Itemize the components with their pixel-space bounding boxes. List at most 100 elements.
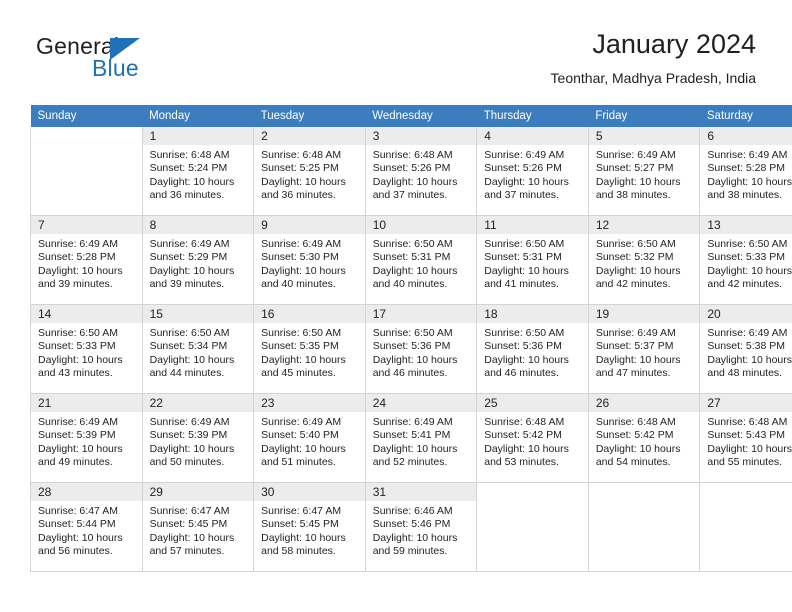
day-cell[interactable]: 31 Sunrise: 6:46 AM Sunset: 5:46 PM Dayligh…: [364, 482, 478, 572]
day-details: [589, 501, 700, 505]
day-detail-line: Sunset: 5:36 PM: [484, 340, 562, 353]
day-cell[interactable]: 14 Sunrise: 6:50 AM Sunset: 5:33 PM Dayligh…: [30, 304, 143, 394]
day-detail-line: Sunrise: 6:49 AM: [707, 327, 788, 339]
day-number: [588, 483, 700, 501]
day-detail-line: Daylight: 10 hours: [38, 264, 123, 277]
day-detail-line: Sunset: 5:40 PM: [261, 429, 339, 442]
day-cell[interactable]: 27 Sunrise: 6:48 AM Sunset: 5:43 PM Dayligh…: [699, 393, 792, 483]
day-cell[interactable]: 26 Sunrise: 6:48 AM Sunset: 5:42 PM Dayligh…: [587, 393, 701, 483]
day-number: 17: [365, 305, 477, 323]
day-detail-line: Sunset: 5:39 PM: [149, 429, 228, 442]
day-cell[interactable]: 17 Sunrise: 6:50 AM Sunset: 5:36 PM Dayligh…: [364, 304, 478, 394]
day-number: 5: [588, 127, 700, 145]
day-detail-line: Sunrise: 6:49 AM: [595, 149, 676, 161]
day-detail-line: and 45 minutes.: [261, 367, 336, 380]
day-detail-line: and 46 minutes.: [484, 367, 559, 380]
day-details: Sunrise: 6:48 AM Sunset: 5:25 PM Daylight:…: [254, 145, 365, 203]
day-detail-line: and 58 minutes.: [261, 545, 336, 558]
day-detail-line: Sunset: 5:26 PM: [484, 162, 562, 175]
day-detail-line: and 53 minutes.: [484, 456, 559, 469]
day-cell[interactable]: 19 Sunrise: 6:49 AM Sunset: 5:37 PM Dayligh…: [587, 304, 701, 394]
day-number: 6: [700, 127, 792, 145]
day-cell[interactable]: 20 Sunrise: 6:49 AM Sunset: 5:38 PM Dayligh…: [699, 304, 792, 394]
day-detail-line: Sunset: 5:42 PM: [484, 429, 562, 442]
day-cell[interactable]: 9 Sunrise: 6:49 AM Sunset: 5:30 PM Daylight…: [253, 215, 366, 305]
day-cell[interactable]: 10 Sunrise: 6:50 AM Sunset: 5:31 PM Dayligh…: [364, 215, 478, 305]
day-cell[interactable]: 11 Sunrise: 6:50 AM Sunset: 5:31 PM Dayligh…: [476, 215, 589, 305]
day-number: 16: [254, 305, 365, 323]
day-cell[interactable]: 4 Sunrise: 6:49 AM Sunset: 5:26 PM Daylight…: [476, 127, 589, 216]
day-number: [700, 483, 792, 501]
day-detail-line: Sunrise: 6:48 AM: [707, 416, 788, 428]
day-detail-line: and 44 minutes.: [149, 367, 225, 380]
calendar-week-row: 21 Sunrise: 6:49 AM Sunset: 5:39 PM Dayligh…: [30, 393, 792, 483]
day-detail-line: Sunset: 5:26 PM: [372, 162, 451, 175]
day-number: [477, 483, 588, 501]
day-details: Sunrise: 6:48 AM Sunset: 5:43 PM Daylight:…: [700, 412, 792, 470]
day-cell[interactable]: 18 Sunrise: 6:50 AM Sunset: 5:36 PM Dayligh…: [476, 304, 589, 394]
day-cell[interactable]: 7 Sunrise: 6:49 AM Sunset: 5:28 PM Daylight…: [30, 215, 143, 305]
day-detail-line: Sunrise: 6:49 AM: [372, 416, 453, 428]
calendar-week-row: 1 Sunrise: 6:48 AM Sunset: 5:24 PM Daylight…: [30, 127, 792, 216]
day-cell[interactable]: 13 Sunrise: 6:50 AM Sunset: 5:33 PM Dayligh…: [699, 215, 792, 305]
general-blue-logo[interactable]: General Blue: [36, 33, 236, 89]
day-detail-line: Sunrise: 6:50 AM: [38, 327, 118, 339]
day-detail-line: Sunrise: 6:49 AM: [261, 238, 342, 250]
day-number: 2: [254, 127, 365, 145]
day-detail-line: Sunrise: 6:48 AM: [372, 149, 453, 161]
day-details: Sunrise: 6:49 AM Sunset: 5:27 PM Daylight:…: [589, 145, 700, 203]
day-cell[interactable]: 8 Sunrise: 6:49 AM Sunset: 5:29 PM Daylight…: [141, 215, 255, 305]
day-detail-line: Sunrise: 6:50 AM: [372, 238, 453, 250]
day-detail-line: and 48 minutes.: [707, 367, 783, 380]
day-detail-line: Daylight: 10 hours: [38, 442, 123, 455]
day-detail-line: Daylight: 10 hours: [707, 353, 792, 366]
day-details: Sunrise: 6:50 AM Sunset: 5:31 PM Daylight:…: [477, 234, 588, 292]
day-cell[interactable]: 30 Sunrise: 6:47 AM Sunset: 5:45 PM Dayligh…: [253, 482, 366, 572]
day-cell[interactable]: 29 Sunrise: 6:47 AM Sunset: 5:45 PM Dayligh…: [141, 482, 255, 572]
day-number: 1: [142, 127, 254, 145]
day-detail-line: Sunset: 5:35 PM: [261, 340, 339, 353]
day-number: 21: [31, 394, 142, 412]
day-cell[interactable]: 6 Sunrise: 6:49 AM Sunset: 5:28 PM Daylight…: [699, 127, 792, 216]
day-number: 18: [477, 305, 588, 323]
day-number: 23: [254, 394, 365, 412]
day-cell[interactable]: 28 Sunrise: 6:47 AM Sunset: 5:44 PM Dayligh…: [30, 482, 143, 572]
day-cell[interactable]: 21 Sunrise: 6:49 AM Sunset: 5:39 PM Dayligh…: [30, 393, 143, 483]
day-detail-line: Daylight: 10 hours: [707, 264, 792, 277]
day-details: Sunrise: 6:50 AM Sunset: 5:34 PM Daylight:…: [143, 323, 254, 381]
day-cell[interactable]: 1 Sunrise: 6:48 AM Sunset: 5:24 PM Daylight…: [141, 127, 255, 216]
day-detail-line: Sunrise: 6:47 AM: [149, 505, 230, 517]
day-detail-line: and 36 minutes.: [261, 189, 336, 202]
day-number: 14: [31, 305, 142, 323]
day-detail-line: and 59 minutes.: [372, 545, 448, 558]
weekday-header-thursday: Thursday: [476, 105, 589, 127]
day-detail-line: Daylight: 10 hours: [149, 531, 235, 544]
day-cell[interactable]: 2 Sunrise: 6:48 AM Sunset: 5:25 PM Daylight…: [253, 127, 366, 216]
day-details: Sunrise: 6:47 AM Sunset: 5:45 PM Daylight:…: [143, 501, 254, 559]
weekday-header-wednesday: Wednesday: [365, 105, 477, 127]
day-number: 10: [365, 216, 477, 234]
day-cell[interactable]: 15 Sunrise: 6:50 AM Sunset: 5:34 PM Dayligh…: [141, 304, 255, 394]
day-detail-line: Sunrise: 6:48 AM: [595, 416, 676, 428]
day-cell[interactable]: 16 Sunrise: 6:50 AM Sunset: 5:35 PM Dayligh…: [253, 304, 366, 394]
day-detail-line: Daylight: 10 hours: [372, 442, 458, 455]
day-detail-line: and 57 minutes.: [149, 545, 225, 558]
day-details: Sunrise: 6:50 AM Sunset: 5:31 PM Daylight:…: [366, 234, 477, 292]
calendar-body: 1 Sunrise: 6:48 AM Sunset: 5:24 PM Daylight…: [30, 127, 792, 572]
day-details: Sunrise: 6:48 AM Sunset: 5:42 PM Daylight:…: [589, 412, 700, 470]
day-cell[interactable]: 22 Sunrise: 6:49 AM Sunset: 5:39 PM Dayligh…: [141, 393, 255, 483]
day-details: Sunrise: 6:49 AM Sunset: 5:37 PM Daylight:…: [589, 323, 700, 381]
day-details: [477, 501, 588, 505]
day-cell[interactable]: 12 Sunrise: 6:50 AM Sunset: 5:32 PM Dayligh…: [587, 215, 701, 305]
day-cell[interactable]: 5 Sunrise: 6:49 AM Sunset: 5:27 PM Daylight…: [587, 127, 701, 216]
day-detail-line: Sunset: 5:30 PM: [261, 251, 339, 264]
day-detail-line: Daylight: 10 hours: [149, 353, 235, 366]
weekday-header-saturday: Saturday: [699, 105, 792, 127]
day-cell[interactable]: 25 Sunrise: 6:48 AM Sunset: 5:42 PM Dayligh…: [476, 393, 589, 483]
day-cell[interactable]: 24 Sunrise: 6:49 AM Sunset: 5:41 PM Dayligh…: [364, 393, 478, 483]
day-cell[interactable]: 23 Sunrise: 6:49 AM Sunset: 5:40 PM Dayligh…: [253, 393, 366, 483]
day-cell[interactable]: 3 Sunrise: 6:48 AM Sunset: 5:26 PM Daylight…: [364, 127, 478, 216]
day-detail-line: and 43 minutes.: [38, 367, 113, 380]
weekday-header-row: Sunday Monday Tuesday Wednesday Thursday Frid…: [30, 105, 792, 127]
day-details: Sunrise: 6:49 AM Sunset: 5:26 PM Daylight:…: [477, 145, 588, 203]
